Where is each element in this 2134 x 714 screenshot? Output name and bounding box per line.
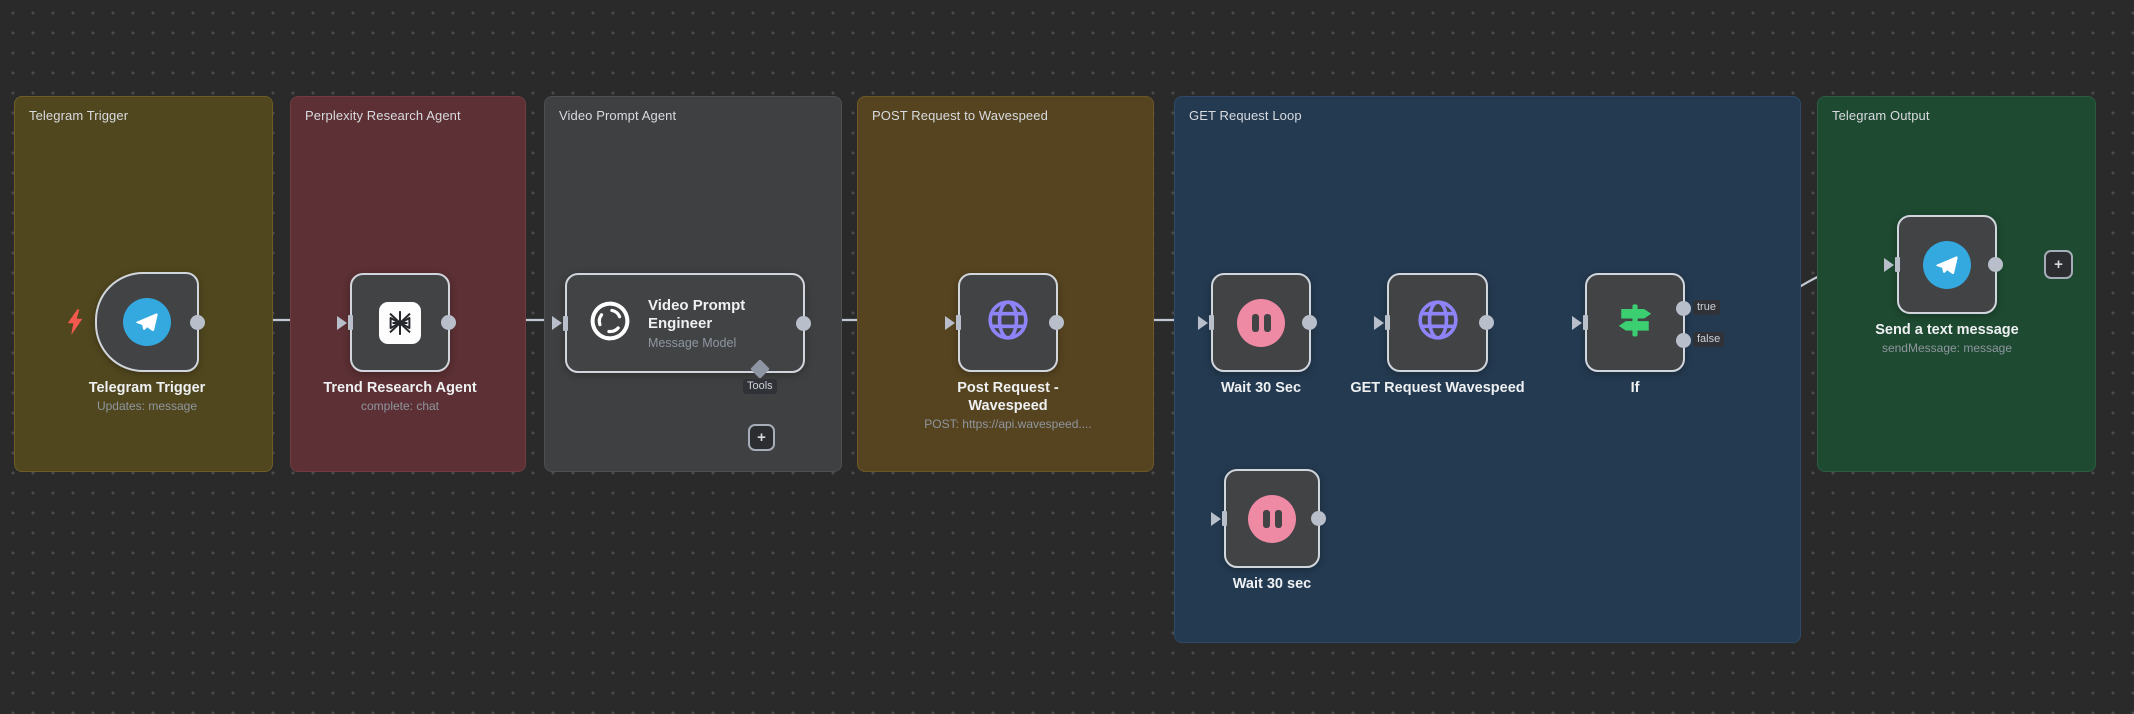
pause-icon	[1248, 495, 1296, 543]
node-title: Wait 30 sec	[1233, 575, 1311, 593]
add-node-button[interactable]: +	[2044, 250, 2073, 279]
input-port-arrow[interactable]	[1884, 258, 1894, 272]
output-port[interactable]	[441, 315, 456, 330]
input-port-arrow[interactable]	[1572, 316, 1582, 330]
output-port-true[interactable]	[1676, 301, 1691, 316]
node-title: Send a text message	[1875, 321, 2018, 339]
node-trend-research-agent[interactable]: Trend Research Agent complete: chat	[350, 273, 450, 372]
input-port-arrow[interactable]	[1198, 316, 1208, 330]
output-port[interactable]	[1311, 511, 1326, 526]
node-subtitle: sendMessage: message	[1882, 341, 2012, 355]
node-wait-30-sec[interactable]: Wait 30 Sec	[1211, 273, 1311, 372]
perplexity-icon	[379, 302, 421, 344]
output-port[interactable]	[1049, 315, 1064, 330]
openai-icon	[587, 298, 633, 349]
add-tool-button[interactable]: +	[748, 424, 775, 451]
node-telegram-trigger[interactable]: Telegram Trigger Updates: message	[95, 272, 199, 372]
output-port[interactable]	[1302, 315, 1317, 330]
input-port[interactable]	[1222, 511, 1227, 526]
input-port[interactable]	[563, 316, 568, 331]
pause-bar	[1252, 314, 1259, 332]
node-subtitle: Message Model	[648, 336, 788, 350]
node-title: Wait 30 Sec	[1221, 379, 1301, 397]
input-port[interactable]	[1895, 257, 1900, 272]
input-port-arrow[interactable]	[337, 316, 347, 330]
group-title: POST Request to Wavespeed	[872, 108, 1048, 123]
input-port-arrow[interactable]	[552, 316, 562, 330]
input-port[interactable]	[1385, 315, 1390, 330]
node-title: Post Request - Wavespeed	[933, 379, 1083, 415]
tools-port-label: Tools	[743, 379, 777, 394]
node-title: If	[1631, 379, 1640, 397]
plus-icon: +	[757, 430, 766, 445]
node-post-request-wavespeed[interactable]: Post Request - Wavespeed POST: https://a…	[958, 273, 1058, 372]
output-port-false[interactable]	[1676, 333, 1691, 348]
pause-bar	[1275, 510, 1282, 528]
plus-icon: +	[2054, 257, 2063, 272]
group-title: GET Request Loop	[1189, 108, 1302, 123]
group-title: Telegram Output	[1832, 108, 1930, 123]
node-wait-30-sec-loop[interactable]: Wait 30 sec	[1224, 469, 1320, 568]
signpost-icon	[1613, 298, 1657, 347]
node-title: Trend Research Agent	[323, 379, 476, 397]
group-title: Perplexity Research Agent	[305, 108, 461, 123]
input-port[interactable]	[956, 315, 961, 330]
output-port[interactable]	[1988, 257, 2003, 272]
globe-icon	[985, 297, 1031, 348]
node-get-request-wavespeed[interactable]: GET Request Wavespeed	[1387, 273, 1488, 372]
group-title: Video Prompt Agent	[559, 108, 676, 123]
pause-icon	[1237, 299, 1285, 347]
input-port-arrow[interactable]	[945, 316, 955, 330]
input-port-arrow[interactable]	[1374, 316, 1384, 330]
pause-bar	[1264, 314, 1271, 332]
telegram-icon	[123, 298, 171, 346]
node-video-prompt-engineer[interactable]: Video Prompt Engineer Message Model	[565, 273, 805, 373]
output-label-false: false	[1693, 332, 1724, 347]
output-port[interactable]	[190, 315, 205, 330]
node-title: Video Prompt Engineer	[648, 297, 788, 333]
globe-icon	[1415, 297, 1461, 348]
output-label-true: true	[1693, 300, 1720, 315]
telegram-icon	[1923, 241, 1971, 289]
group-title: Telegram Trigger	[29, 108, 128, 123]
input-port[interactable]	[1583, 315, 1588, 330]
node-subtitle: POST: https://api.wavespeed....	[924, 417, 1091, 431]
node-send-text-message[interactable]: Send a text message sendMessage: message	[1897, 215, 1997, 314]
node-if[interactable]: true false If	[1585, 273, 1685, 372]
input-port[interactable]	[1209, 315, 1214, 330]
node-title: Telegram Trigger	[89, 379, 206, 397]
input-port-arrow[interactable]	[1211, 512, 1221, 526]
input-port[interactable]	[348, 315, 353, 330]
node-subtitle: Updates: message	[97, 399, 197, 413]
node-title: GET Request Wavespeed	[1350, 379, 1524, 397]
node-subtitle: complete: chat	[361, 399, 439, 413]
workflow-canvas[interactable]: Telegram Trigger Perplexity Research Age…	[0, 0, 2134, 714]
output-port[interactable]	[796, 316, 811, 331]
lightning-icon	[65, 309, 85, 340]
pause-bar	[1263, 510, 1270, 528]
output-port[interactable]	[1479, 315, 1494, 330]
